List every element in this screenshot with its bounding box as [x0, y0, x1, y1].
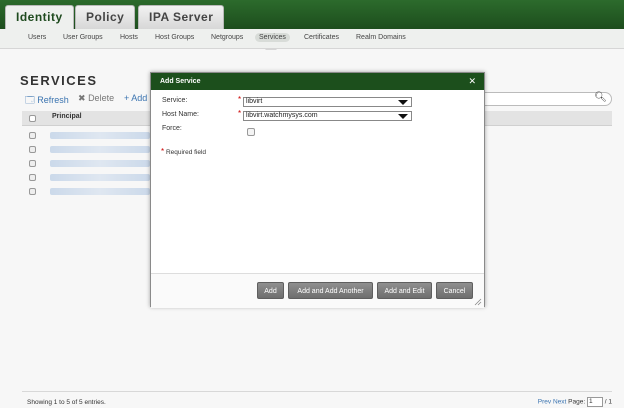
resize-grip-icon[interactable]: [474, 298, 482, 306]
add-and-edit-button[interactable]: Add and Edit: [377, 282, 432, 299]
service-label: Service:: [162, 97, 188, 104]
required-marker: *: [238, 109, 242, 118]
add-and-add-another-button[interactable]: Add and Add Another: [288, 282, 373, 299]
required-marker: *: [238, 95, 242, 104]
force-label: Force:: [162, 125, 182, 132]
dialog-title-bar[interactable]: Add Service ✕: [151, 73, 484, 90]
dialog-button-bar: Add Add and Add Another Add and Edit Can…: [151, 273, 484, 308]
dialog-title: Add Service: [160, 78, 201, 85]
required-marker: *: [161, 147, 165, 156]
close-icon[interactable]: ✕: [468, 73, 476, 90]
add-service-dialog: Add Service ✕ Service: * libvirt Host Na…: [150, 72, 485, 308]
host-name-selected-value: libvirt.watchmysys.com: [246, 112, 318, 119]
chevron-down-icon: [398, 100, 408, 105]
chevron-down-icon: [398, 114, 408, 119]
required-field-text: Required field: [165, 149, 207, 156]
service-selected-value: libvirt: [246, 98, 263, 105]
service-select[interactable]: libvirt: [243, 97, 412, 107]
host-name-select[interactable]: libvirt.watchmysys.com: [243, 111, 412, 121]
cancel-button[interactable]: Cancel: [436, 282, 473, 299]
add-dialog-button[interactable]: Add: [257, 282, 284, 299]
force-checkbox[interactable]: [247, 128, 255, 136]
required-field-note: * Required field: [161, 147, 206, 156]
host-name-label: Host Name:: [162, 111, 199, 118]
